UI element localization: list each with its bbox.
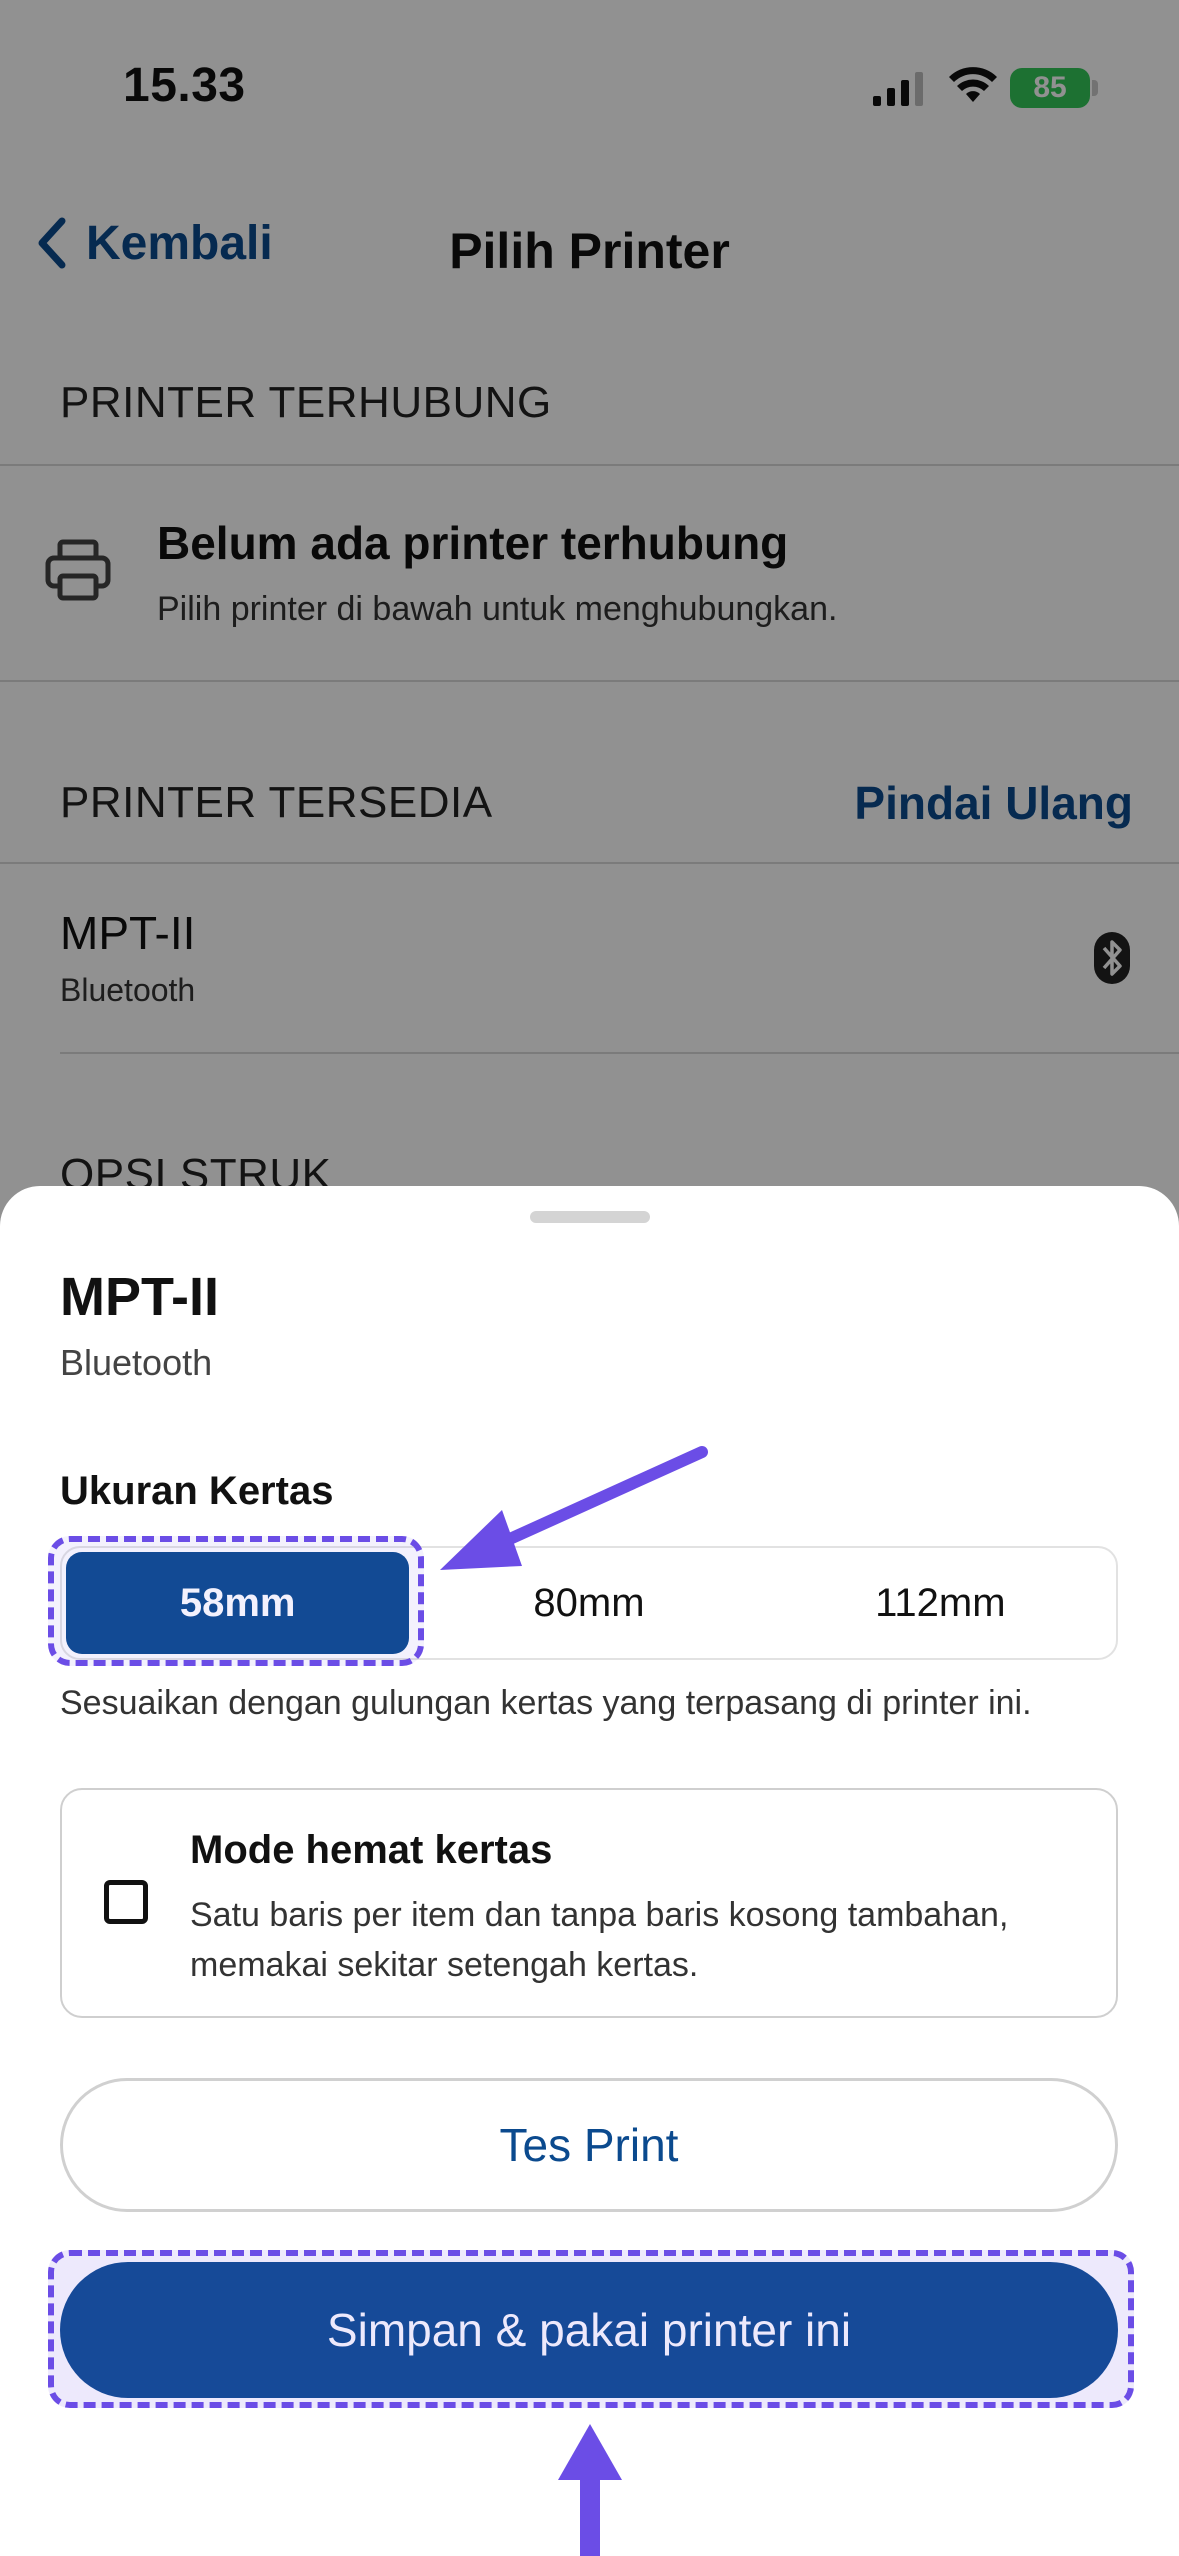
pointer-arrow-icon <box>558 2424 622 2556</box>
highlight-save-button <box>48 2250 1134 2408</box>
paper-saver-description: Satu baris per item dan tanpa baris koso… <box>190 1896 1009 1984</box>
highlight-paper-option <box>48 1536 424 1666</box>
sheet-drag-handle[interactable] <box>530 1211 650 1223</box>
sheet-title: MPT-II <box>60 1267 219 1327</box>
paper-size-label: Ukuran Kertas <box>60 1469 334 1513</box>
sheet-subtitle: Bluetooth <box>60 1342 213 1383</box>
test-print-button[interactable]: Tes Print <box>60 2078 1118 2212</box>
paper-size-hint: Sesuaikan dengan gulungan kertas yang te… <box>60 1684 1032 1722</box>
pointer-arrow-icon <box>440 1446 708 1570</box>
paper-saver-title: Mode hemat kertas <box>190 1828 553 1872</box>
paper-option-112mm[interactable]: 112mm <box>769 1552 1112 1654</box>
paper-saver-checkbox[interactable] <box>104 1880 148 1924</box>
paper-saver-option[interactable]: Mode hemat kertas Satu baris per item da… <box>60 1788 1118 2018</box>
